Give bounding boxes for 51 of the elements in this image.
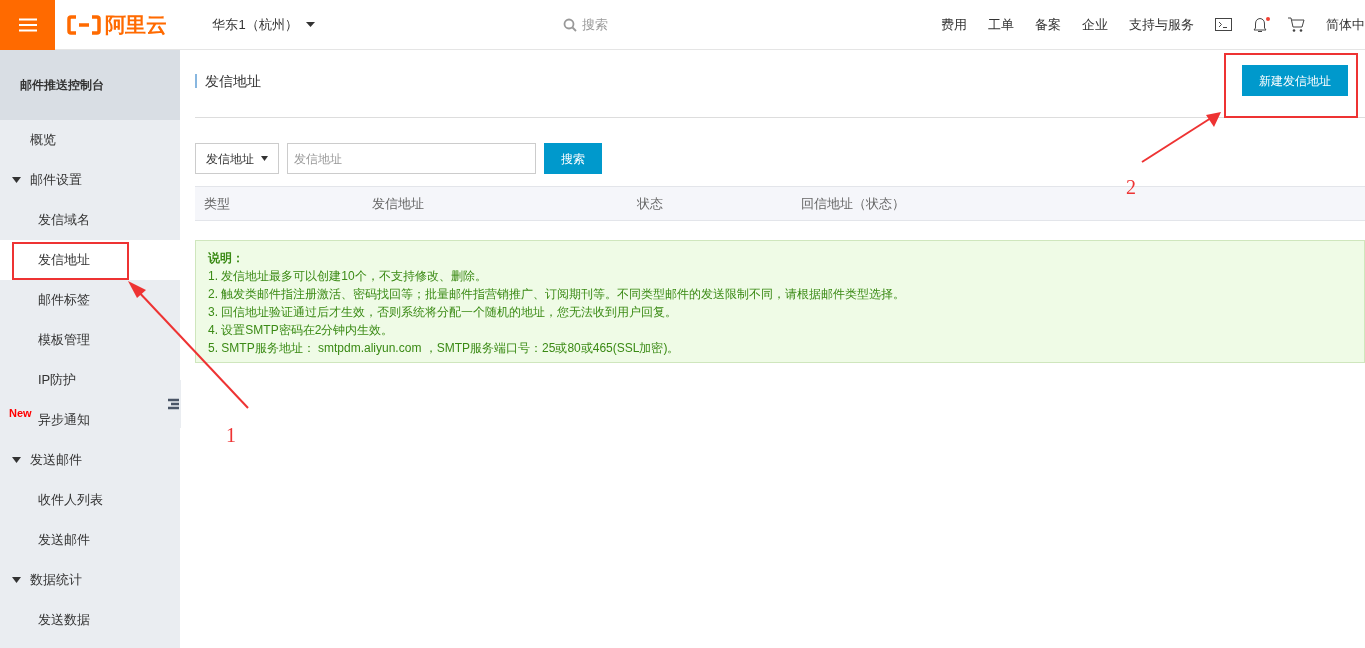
annotation-number: 2 (1126, 175, 1136, 200)
annotation-number: 1 (226, 423, 236, 448)
sidebar-item[interactable]: 发送邮件 (38, 520, 158, 560)
notice-line: 2. 触发类邮件指注册激活、密码找回等；批量邮件指营销推广、订阅期刊等。不同类型邮件的发送限制不同，请根据邮件类型选择。 (208, 286, 907, 303)
column-header: 状态 (637, 194, 664, 213)
menu-icon (18, 17, 37, 32)
page-title: 发信地址 (195, 73, 261, 88)
column-header: 发信地址 (372, 194, 425, 213)
notice-line: 3. 回信地址验证通过后才生效，否则系统将分配一个随机的地址，您无法收到用户回复。 (208, 304, 679, 321)
nav-link[interactable]: 支持与服务 (1129, 14, 1194, 35)
caret-icon (12, 457, 21, 463)
notice-line: 1. 发信地址最多可以创建10个，不支持修改、删除。 (208, 268, 488, 285)
sidebar-item[interactable]: IP防护 (38, 360, 158, 400)
sidebar-item[interactable]: 异步通知 (38, 400, 158, 440)
notice-line: 5. SMTP服务地址： smtpdm.aliyun.com ，SMTP服务端口号：25或80或465(SSL加密)。 (208, 340, 681, 357)
logo-icon (67, 14, 101, 35)
terminal-icon[interactable] (1215, 18, 1232, 31)
caret-icon (261, 156, 268, 161)
caret-icon (305, 22, 315, 27)
address-input[interactable]: 发信地址 (287, 143, 536, 174)
column-header: 回信地址（状态） (801, 194, 906, 213)
language-selector[interactable]: 简体中 (1326, 14, 1365, 35)
list-icon (167, 398, 179, 410)
sidebar-item[interactable]: 发信地址 (0, 240, 180, 280)
sidebar-item[interactable]: 邮件标签 (38, 280, 158, 320)
nav-link[interactable]: 企业 (1082, 14, 1108, 35)
sidebar-item[interactable]: 发送数据 (38, 600, 158, 640)
new-label: New (9, 406, 33, 421)
sidebar-item[interactable]: 概览 (0, 120, 180, 160)
sidebar-group[interactable]: 数据统计 (0, 560, 180, 600)
sidebar-group[interactable]: 发送邮件 (0, 440, 180, 480)
caret-icon (12, 177, 21, 183)
caret-icon (12, 577, 21, 583)
nav-link[interactable]: 备案 (1035, 14, 1061, 35)
sidebar-item[interactable]: 发信域名 (38, 200, 158, 240)
bell-icon[interactable] (1253, 16, 1267, 33)
cart-icon[interactable] (1288, 16, 1305, 33)
region-dropdown[interactable]: 华东1（杭州） (212, 14, 315, 35)
filter-select[interactable]: 发信地址 (195, 143, 279, 174)
sidebar-group[interactable]: 邮件设置 (0, 160, 180, 200)
notice-heading: 说明： (208, 250, 245, 267)
sidebar-item[interactable]: 收件人列表 (38, 480, 158, 520)
nav-link[interactable]: 费用 (941, 14, 967, 35)
sidebar-item[interactable]: 模板管理 (38, 320, 158, 360)
column-header: 类型 (204, 194, 231, 213)
sidebar-title: 邮件推送控制台 (0, 50, 180, 120)
logo-text: 阿里云 (105, 11, 167, 38)
nav-link[interactable]: 工单 (988, 14, 1014, 35)
menu-button[interactable] (0, 0, 55, 50)
notice-line: 4. 设置SMTP密码在2分钟内生效。 (208, 322, 395, 339)
search-icon (562, 17, 577, 32)
